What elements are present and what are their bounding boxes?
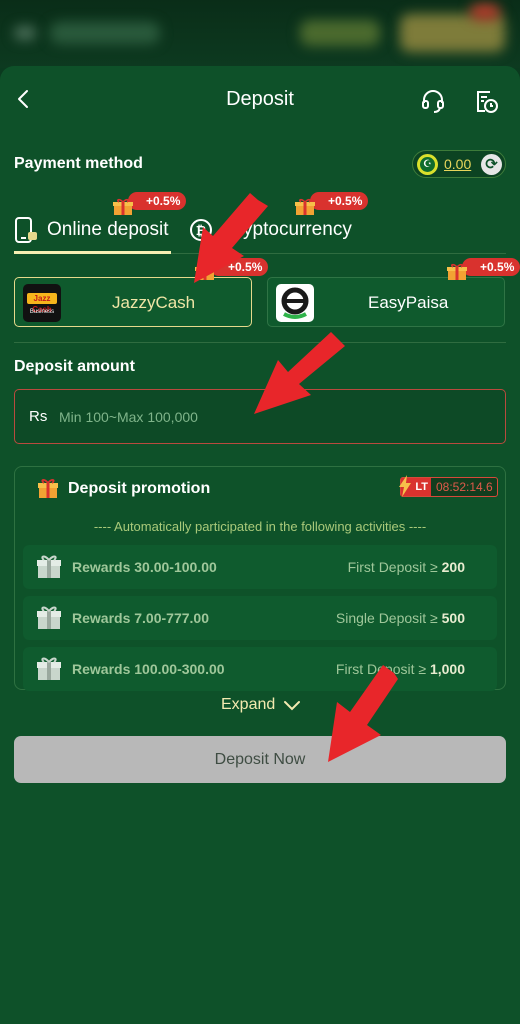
condition-text: First Deposit ≥	[335, 661, 430, 677]
pakistan-flag-icon: ☪	[417, 154, 438, 175]
background-blur	[470, 4, 500, 20]
gift-icon	[35, 552, 63, 580]
bonus-badge: +0.5%	[128, 192, 187, 210]
easypaisa-logo	[276, 284, 314, 322]
lightning-icon	[398, 475, 412, 497]
channel-jazzycash[interactable]: Jazz Cash Business JazzyCash	[14, 277, 252, 327]
background-blur	[300, 20, 380, 46]
reward-label: Rewards 7.00-777.00	[72, 610, 209, 626]
tab-online-deposit[interactable]: Online deposit	[14, 213, 174, 247]
currency-label: Rs	[29, 408, 48, 425]
reward-row: Rewards 100.00-300.00 First Deposit ≥ 1,…	[23, 647, 497, 691]
jazzcash-logo: Jazz Cash Business	[23, 284, 61, 322]
balance-amount: 0.00	[444, 156, 472, 172]
tab-label: Online deposit	[47, 219, 169, 240]
balance-pill: ☪ 0.00 ⟳	[412, 150, 506, 178]
jazzcash-logo-sub: Business	[29, 309, 55, 315]
reward-row: Rewards 30.00-100.00 First Deposit ≥ 200	[23, 545, 497, 589]
reward-condition: Single Deposit ≥ 500	[336, 610, 465, 626]
bonus-badge: +0.5%	[310, 192, 369, 210]
section-divider	[14, 342, 506, 343]
condition-value: 1,000	[429, 661, 465, 677]
gift-icon	[113, 198, 133, 216]
amount-input[interactable]	[59, 400, 489, 434]
gift-icon	[37, 477, 59, 499]
active-tab-indicator	[14, 251, 171, 254]
reward-condition: First Deposit ≥ 200	[348, 559, 465, 575]
gift-icon	[447, 263, 467, 281]
phone-icon	[14, 216, 38, 244]
tab-cryptocurrency[interactable]: ₿ Cryptocurrency	[188, 213, 358, 247]
refresh-icon[interactable]: ⟳	[481, 154, 502, 175]
background-app-bar	[0, 0, 520, 68]
deposit-now-button[interactable]: Deposit Now	[14, 736, 506, 783]
promotion-title: Deposit promotion	[68, 480, 211, 497]
headset-icon[interactable]	[420, 88, 446, 114]
background-blur	[14, 26, 36, 40]
reward-condition: First Deposit ≥ 1,000	[336, 661, 465, 677]
jazzcash-logo-text: Jazz Cash	[27, 293, 57, 314]
deposit-amount-label: Deposit amount	[14, 358, 135, 375]
gift-icon	[35, 603, 63, 631]
gift-icon	[295, 198, 315, 216]
condition-value: 200	[441, 559, 465, 575]
deposit-promotion-card: Deposit promotion LT 08:52:14.6 ---- Aut…	[14, 466, 506, 691]
reward-label: Rewards 100.00-300.00	[72, 661, 225, 677]
payment-method-label: Payment method	[14, 155, 143, 172]
crypto-coin-icon: ₿	[188, 217, 214, 243]
condition-value: 500	[441, 610, 465, 626]
condition-text: Single Deposit ≥	[335, 610, 442, 626]
gift-icon	[195, 263, 215, 281]
channel-easypaisa[interactable]: EasyPaisa	[267, 277, 505, 327]
chevron-down-icon[interactable]	[283, 698, 301, 714]
promotion-timer: 08:52:14.6	[436, 480, 493, 494]
background-blur	[50, 22, 160, 44]
svg-text:₿: ₿	[196, 224, 207, 239]
page-title: Deposit	[226, 88, 294, 110]
limited-time-tag: LT 08:52:14.6	[398, 475, 498, 497]
tab-label: Cryptocurrency	[223, 219, 352, 240]
bonus-badge: +0.5%	[210, 258, 269, 276]
history-icon[interactable]	[473, 88, 499, 114]
channel-name: EasyPaisa	[368, 293, 449, 312]
bonus-badge: +0.5%	[462, 258, 520, 276]
expand-button[interactable]: Expand	[221, 696, 275, 714]
amount-field[interactable]: Rs	[14, 389, 506, 444]
reward-label: Rewards 30.00-100.00	[72, 559, 217, 575]
condition-text: First Deposit ≥	[347, 559, 442, 575]
back-arrow-icon[interactable]	[14, 88, 34, 110]
promotion-subtitle: ---- Automatically participated in the f…	[93, 519, 427, 534]
channel-name: JazzyCash	[112, 293, 196, 312]
gift-icon	[35, 654, 63, 682]
reward-row: Rewards 7.00-777.00 Single Deposit ≥ 500	[23, 596, 497, 640]
